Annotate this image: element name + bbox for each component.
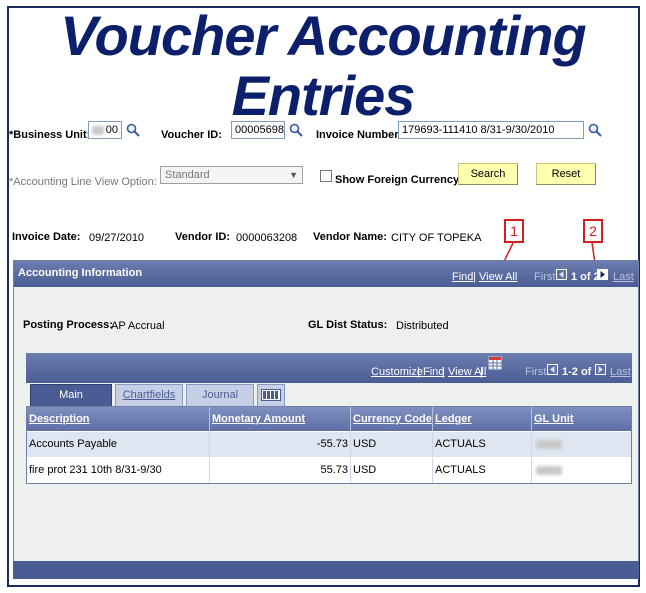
vendor-id-label: Vendor ID:	[175, 231, 231, 243]
table-row-2-description: fire prot 231 10th 8/31-9/30	[27, 458, 210, 483]
table-row-1-currency: USD	[351, 432, 433, 457]
first-link[interactable]: First	[534, 271, 555, 283]
posting-process-value: AP Accrual	[111, 320, 165, 332]
column-header-currency-code[interactable]: Currency Code	[351, 407, 433, 431]
grid-next-icon[interactable]	[595, 364, 606, 375]
show-all-columns-icon	[261, 389, 281, 401]
redacted-value	[536, 440, 562, 449]
page-title: Voucher Accounting Entries	[60, 4, 586, 127]
grid-previous-icon[interactable]	[547, 364, 558, 375]
gl-dist-status-value: Distributed	[396, 320, 449, 332]
business-unit-input[interactable]: 00	[88, 121, 122, 139]
table-row-2-gl-unit	[532, 458, 631, 483]
redacted-value	[536, 466, 562, 475]
find-link[interactable]: Find	[452, 271, 473, 283]
page-indicator: 1 of 2	[571, 271, 600, 283]
grid-view-icon[interactable]	[488, 356, 502, 370]
voucher-id-input[interactable]: 00005698	[231, 121, 285, 139]
show-foreign-currency-label: Show Foreign Currency	[335, 174, 460, 186]
callout-1: 1	[504, 219, 524, 243]
show-foreign-currency-checkbox[interactable]	[320, 170, 332, 182]
panel-footer-bar	[13, 561, 639, 579]
business-unit-label: *Business Unit:	[9, 129, 91, 141]
table-row-1-ledger: ACTUALS	[433, 432, 532, 457]
grid-nav-separator-3: |	[480, 366, 483, 378]
accounting-information-title: Accounting Information	[18, 267, 143, 279]
grid-first-link[interactable]: First	[525, 366, 546, 378]
table-row-2-currency: USD	[351, 458, 433, 483]
table-row-1-amount: -55.73	[210, 432, 351, 457]
tab-journal[interactable]: Journal	[186, 384, 254, 406]
tab-show-all-columns[interactable]	[257, 384, 285, 406]
redacted-value	[92, 126, 104, 135]
vendor-name-label: Vendor Name:	[313, 231, 387, 243]
invoice-date-value: 09/27/2010	[89, 232, 145, 244]
grid-last-link[interactable]: Last	[610, 366, 631, 378]
nav-separator: |	[473, 271, 476, 283]
tab-main-information[interactable]: Main Information	[30, 384, 112, 421]
posting-process-label: Posting Process:	[23, 319, 113, 331]
table-row-2-amount: 55.73	[210, 458, 351, 483]
chevron-down-icon: ▼	[289, 170, 298, 180]
column-header-description[interactable]: Description	[27, 407, 210, 431]
line-view-select[interactable]: Standard ▼	[160, 166, 303, 184]
next-icon[interactable]	[597, 269, 608, 280]
business-unit-lookup-icon[interactable]	[126, 123, 140, 137]
table-row-1-description: Accounts Payable	[27, 432, 210, 457]
accounting-entries-grid: Description Monetary Amount Currency Cod…	[26, 406, 632, 484]
invoice-number-lookup-icon[interactable]	[588, 123, 602, 137]
previous-icon[interactable]	[556, 269, 567, 280]
grid-nav-separator: |	[417, 366, 420, 378]
line-view-label: *Accounting Line View Option:	[9, 176, 157, 188]
column-header-ledger[interactable]: Ledger	[433, 407, 532, 431]
search-button[interactable]: Search	[458, 163, 518, 185]
table-row-2-ledger: ACTUALS	[433, 458, 532, 483]
invoice-number-input[interactable]: 179693-111410 8/31-9/30/2010	[398, 121, 584, 139]
gl-dist-status-label: GL Dist Status:	[308, 319, 388, 331]
column-header-gl-unit[interactable]: GL Unit	[532, 407, 631, 431]
view-all-link[interactable]: View All	[479, 271, 517, 283]
callout-2: 2	[583, 219, 603, 243]
grid-header: Customize | Find | View All | First 1-2 …	[26, 353, 632, 383]
tab-chartfields[interactable]: Chartfields	[115, 384, 183, 406]
voucher-id-label: Voucher ID:	[161, 129, 222, 141]
grid-nav-separator-2: |	[442, 366, 445, 378]
vendor-name-value: CITY OF TOPEKA	[391, 232, 482, 244]
vendor-id-value: 0000063208	[236, 232, 298, 244]
reset-button[interactable]: Reset	[536, 163, 596, 185]
table-row-1-gl-unit	[532, 432, 631, 457]
accounting-information-header: Accounting Information Find | View All F…	[14, 261, 638, 287]
last-link[interactable]: Last	[613, 271, 634, 283]
invoice-date-label: Invoice Date:	[12, 231, 81, 243]
line-view-selected: Standard	[165, 169, 210, 181]
voucher-id-lookup-icon[interactable]	[289, 123, 303, 137]
invoice-number-label: Invoice Number:	[316, 129, 403, 141]
customize-link[interactable]: Customize	[371, 366, 423, 378]
column-header-monetary-amount[interactable]: Monetary Amount	[210, 407, 351, 431]
